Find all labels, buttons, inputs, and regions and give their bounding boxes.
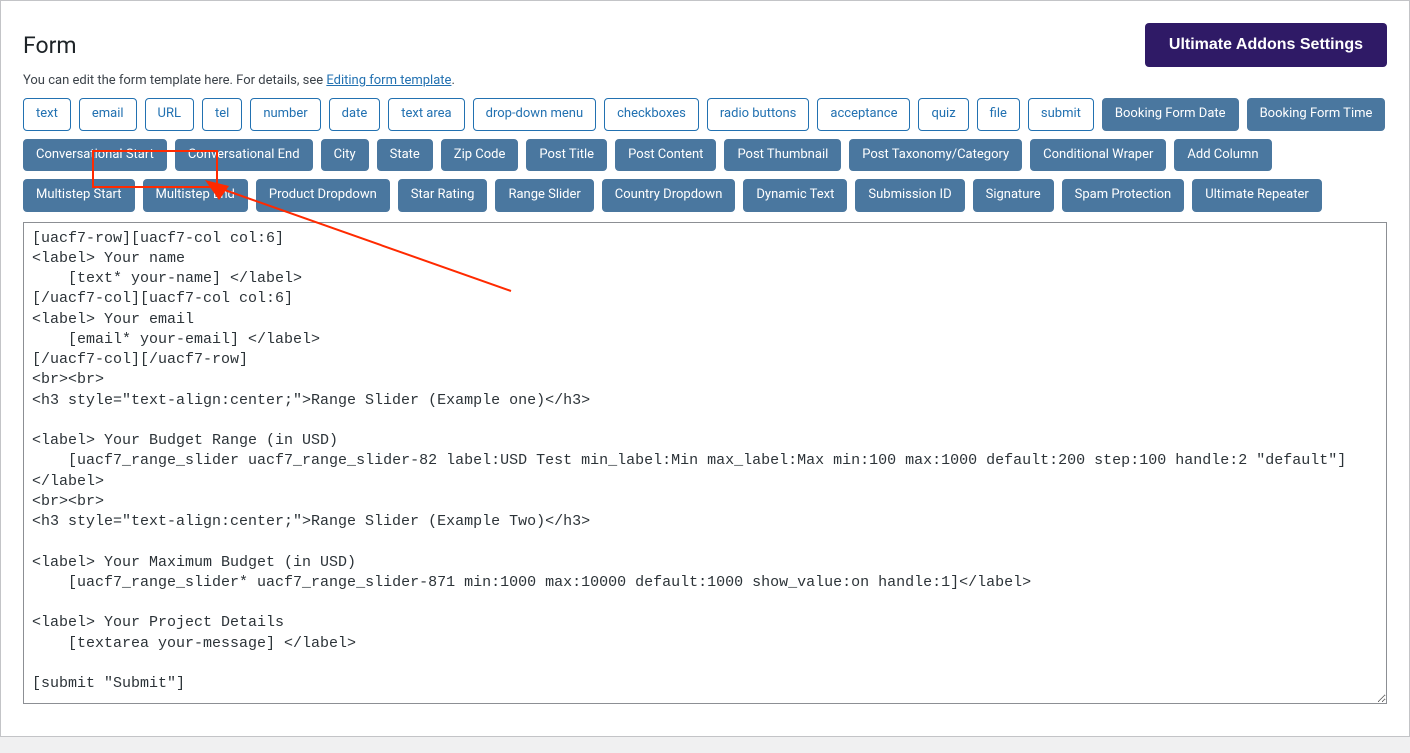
tag-product-dropdown[interactable]: Product Dropdown [256, 179, 390, 212]
tag-radio-buttons[interactable]: radio buttons [707, 98, 810, 131]
tag-url[interactable]: URL [145, 98, 194, 131]
ultimate-addons-settings-button[interactable]: Ultimate Addons Settings [1145, 23, 1387, 67]
tag-booking-form-date[interactable]: Booking Form Date [1102, 98, 1239, 131]
tag-dynamic-text[interactable]: Dynamic Text [743, 179, 847, 212]
tag-signature[interactable]: Signature [973, 179, 1054, 212]
page-title: Form [23, 32, 77, 59]
tag-generator-toolbar: textemailURLtelnumber datetext area drop-d… [23, 98, 1387, 212]
tag-post-title[interactable]: Post Title [526, 139, 607, 172]
tag-post-content[interactable]: Post Content [615, 139, 716, 172]
tag-text-area[interactable]: text area [388, 98, 464, 131]
tag-spam-protection[interactable]: Spam Protection [1062, 179, 1185, 212]
editing-form-template-link[interactable]: Editing form template [326, 73, 451, 88]
intro-prefix: You can edit the form template here. For… [23, 73, 326, 88]
tag-conditional-wraper[interactable]: Conditional Wraper [1030, 139, 1166, 172]
form-template-textarea[interactable] [23, 222, 1387, 704]
tag-range-slider[interactable]: Range Slider [495, 179, 593, 212]
tag-acceptance[interactable]: acceptance [817, 98, 910, 131]
tag-add-column[interactable]: Add Column [1174, 139, 1271, 172]
tag-conversational-start[interactable]: Conversational Start [23, 139, 167, 172]
tag-quiz[interactable]: quiz [918, 98, 968, 131]
tag-multistep-start[interactable]: Multistep Start [23, 179, 135, 212]
tag-text[interactable]: text [23, 98, 71, 131]
intro-suffix: . [451, 73, 454, 88]
intro-text: You can edit the form template here. For… [23, 73, 1387, 88]
tag-post-taxonomy-category[interactable]: Post Taxonomy/Category [849, 139, 1022, 172]
tag-city[interactable]: City [321, 139, 369, 172]
tag-tel[interactable]: tel [202, 98, 242, 131]
tag-conversational-end[interactable]: Conversational End [175, 139, 313, 172]
tag-post-thumbnail[interactable]: Post Thumbnail [724, 139, 841, 172]
tag-checkboxes[interactable]: checkboxes [604, 98, 699, 131]
tag-zip-code[interactable]: Zip Code [441, 139, 519, 172]
tag-country-dropdown[interactable]: Country Dropdown [602, 179, 736, 212]
tag-drop-down-menu[interactable]: drop-down menu [473, 98, 596, 131]
form-panel: Form Ultimate Addons Settings You can ed… [0, 0, 1410, 737]
tag-ultimate-repeater[interactable]: Ultimate Repeater [1192, 179, 1322, 212]
tag-state[interactable]: State [377, 139, 433, 172]
tag-email[interactable]: email [79, 98, 137, 131]
tag-star-rating[interactable]: Star Rating [398, 179, 488, 212]
form-panel-inner: Form Ultimate Addons Settings You can ed… [1, 1, 1409, 736]
tag-booking-form-time[interactable]: Booking Form Time [1247, 98, 1386, 131]
tag-submit[interactable]: submit [1028, 98, 1094, 131]
tag-number[interactable]: number [250, 98, 320, 131]
header-row: Form Ultimate Addons Settings [23, 23, 1387, 67]
tag-multistep-end[interactable]: Multistep End [143, 179, 248, 212]
tag-date[interactable]: date [329, 98, 381, 131]
tag-file[interactable]: file [977, 98, 1020, 131]
tag-submission-id[interactable]: Submission ID [855, 179, 964, 212]
